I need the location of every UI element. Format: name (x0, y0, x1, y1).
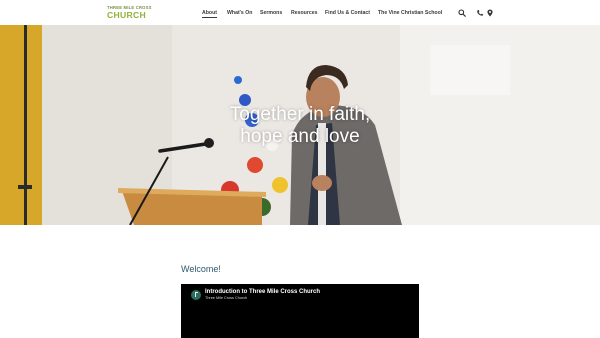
hero-banner: Together in faith, hope and love (0, 25, 600, 225)
nav-find-us-contact[interactable]: Find Us & Contact (325, 10, 370, 16)
video-channel-name[interactable]: Three Mile Cross Church (205, 296, 247, 300)
church-logo[interactable]: THREE MILE CROSS CHURCH (107, 5, 152, 20)
search-icon[interactable] (458, 9, 466, 17)
hero-headline-line-2: hope and love (240, 126, 360, 147)
hero-headline-line-1: Together in faith, (229, 104, 371, 125)
map-pin-icon[interactable] (486, 9, 494, 17)
phone-icon[interactable] (476, 9, 484, 17)
channel-avatar[interactable] (191, 290, 201, 300)
welcome-heading: Welcome! (181, 264, 221, 274)
nav-whats-on[interactable]: What's On (227, 10, 252, 16)
hero-headline: Together in faith, hope and love (0, 104, 600, 148)
nav-sermons[interactable]: Sermons (260, 10, 282, 16)
nav-vine-christian-school[interactable]: The Vine Christian School (378, 10, 442, 16)
logo-line-2: CHURCH (107, 9, 147, 20)
nav-resources[interactable]: Resources (291, 10, 318, 16)
site-header: THREE MILE CROSS CHURCH About What's On … (0, 0, 600, 25)
video-title[interactable]: Introduction to Three Mile Cross Church (205, 289, 320, 295)
video-player[interactable]: Introduction to Three Mile Cross Church … (181, 284, 419, 338)
nav-about[interactable]: About (202, 10, 217, 18)
